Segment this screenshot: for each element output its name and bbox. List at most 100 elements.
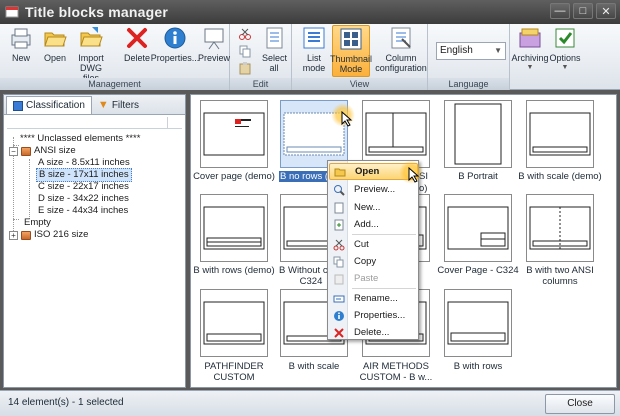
menu-item-label: Delete...: [354, 327, 390, 338]
tree-item-ansi[interactable]: − ANSI size: [9, 145, 76, 157]
magnifier-icon: [329, 181, 349, 198]
menu-item-rename[interactable]: Rename...: [329, 290, 418, 307]
thumbnail-b-with-rows[interactable]: [444, 289, 512, 357]
thumbnail-b-with-scale-demo[interactable]: [526, 100, 594, 168]
tree-item-label: D size - 34x22 inches: [38, 193, 129, 204]
close-button[interactable]: Close: [545, 394, 615, 414]
select-all-button[interactable]: Select all: [258, 25, 290, 73]
window-title: Title blocks manager: [25, 4, 169, 20]
list-mode-label: List mode: [302, 53, 326, 73]
options-label: Options: [549, 53, 581, 63]
tree-item-empty[interactable]: Empty: [24, 217, 51, 229]
column-config-icon: [388, 25, 414, 51]
tab-classification-label: Classification: [26, 100, 85, 111]
menu-item-label: Open: [355, 166, 380, 177]
maximize-button[interactable]: □: [573, 3, 593, 19]
tree-item-label: **** Unclassed elements ****: [20, 133, 141, 144]
menu-item-cut[interactable]: Cut: [329, 236, 418, 253]
archiving-button[interactable]: Archiving ▼: [512, 25, 549, 73]
properties-button[interactable]: Properties...: [150, 25, 200, 63]
thumbnail-label: B Portrait: [458, 171, 498, 182]
menu-item-copy[interactable]: Copy: [329, 253, 418, 270]
mouse-cursor-icon: [408, 167, 420, 183]
thumbnail-label: B with scale: [288, 361, 340, 372]
import-dwg-button[interactable]: Import DWG files: [72, 25, 110, 83]
new-button[interactable]: New: [6, 25, 36, 63]
tab-classification[interactable]: Classification: [6, 96, 92, 114]
group-language-label: Language: [428, 78, 509, 90]
list-icon: [301, 25, 327, 51]
chevron-down-icon: ▼: [494, 46, 502, 55]
thumbnail-label: B with rows (demo): [193, 265, 275, 276]
tree-item-d-size[interactable]: D size - 34x22 inches: [38, 193, 129, 205]
rename-icon: [329, 290, 349, 307]
tree-item-e-size[interactable]: E size - 44x34 inches: [38, 205, 128, 217]
preview-button[interactable]: Preview: [198, 25, 231, 63]
menu-item-delete[interactable]: Delete...: [329, 324, 418, 341]
delete-label: Delete: [123, 53, 150, 63]
options-button[interactable]: Options ▼: [548, 25, 582, 73]
menu-item-label: Paste: [354, 273, 379, 284]
new-document-icon: [329, 199, 349, 216]
thumbnail-mode-label: Thumbnail Mode: [329, 54, 373, 74]
list-mode-button[interactable]: List mode: [298, 25, 330, 73]
thumbnail-b-with-two-ansi-columns[interactable]: [526, 194, 594, 262]
preview-label: Preview: [198, 53, 231, 63]
checkbox-icon: [552, 25, 578, 51]
delete-button[interactable]: Delete: [122, 25, 152, 63]
group-edit: Select all Edit: [230, 24, 292, 90]
context-menu: Open Preview... New... Add... Cut Copy P…: [327, 160, 419, 340]
menu-item-preview[interactable]: Preview...: [329, 181, 418, 198]
tree-item-unclassed[interactable]: **** Unclassed elements ****: [20, 133, 140, 145]
menu-item-add[interactable]: Add...: [329, 216, 418, 233]
status-bar: 14 element(s) - 1 selected Close: [0, 390, 620, 416]
thumbnail-b-portrait[interactable]: [444, 100, 512, 168]
paste-icon: [329, 270, 349, 287]
thumbnail-mode-button[interactable]: Thumbnail Mode: [329, 25, 373, 77]
tab-filters-label: Filters: [111, 99, 140, 111]
group-management-label: Management: [0, 78, 229, 90]
folder-open-icon: [42, 25, 68, 51]
copy-small-icon[interactable]: [238, 44, 252, 58]
menu-item-paste[interactable]: Paste: [329, 270, 418, 287]
tab-filters[interactable]: ▼ Filters: [92, 96, 145, 114]
group-view-label: View: [292, 78, 427, 90]
thumbnail-pathfinder-custom[interactable]: [200, 289, 268, 357]
mouse-cursor-icon: [341, 111, 353, 127]
menu-item-label: Preview...: [354, 184, 396, 195]
group-management: New Open Import DWG files Delete Propert…: [0, 24, 230, 90]
minimize-button[interactable]: —: [550, 3, 570, 19]
thumbnail-ansi[interactable]: [362, 100, 430, 168]
thumbnail-label: PATHFINDER CUSTOM: [204, 361, 264, 383]
close-window-button[interactable]: ✕: [596, 3, 616, 19]
tree-item-iso[interactable]: + ISO 216 size: [9, 229, 88, 241]
column-configuration-button[interactable]: Column configuration: [374, 25, 428, 73]
expand-icon[interactable]: +: [9, 230, 18, 240]
collapse-icon[interactable]: −: [9, 146, 18, 156]
menu-item-properties[interactable]: Properties...: [329, 307, 418, 324]
thumbnail-b-with-rows-demo[interactable]: [200, 194, 268, 262]
open-button[interactable]: Open: [40, 25, 70, 63]
group-edit-label: Edit: [230, 78, 291, 90]
paste-small-icon[interactable]: [238, 61, 252, 75]
tree-item-b-size[interactable]: B size - 17x11 inches: [36, 168, 132, 182]
menu-item-new[interactable]: New...: [329, 199, 418, 216]
thumbnail-cover-page-c324[interactable]: [444, 194, 512, 262]
thumbnail-cover-page-demo[interactable]: [200, 100, 268, 168]
app-icon: [5, 5, 19, 19]
thumbnail-label: B with two ANSI columns: [526, 265, 594, 287]
thumbnail-label: AIR METHODS CUSTOM - B w...: [359, 361, 433, 383]
classification-panel: Classification ▼ Filters **** Unclassed …: [3, 94, 186, 388]
language-select[interactable]: English ▼: [436, 42, 506, 60]
tree-item-label: Empty: [24, 217, 51, 228]
new-label: New: [11, 53, 30, 63]
tree-item-c-size[interactable]: C size - 22x17 inches: [38, 181, 129, 193]
import-folder-icon: [78, 25, 104, 51]
printer-icon: [8, 25, 34, 51]
folder-icon: [21, 146, 31, 156]
properties-label: Properties...: [150, 53, 200, 63]
thumbnail-label: B with scale (demo): [518, 171, 602, 182]
thumbnail-label: B with rows: [453, 361, 503, 372]
chevron-down-icon: ▼: [561, 64, 569, 71]
cut-small-icon[interactable]: [238, 27, 252, 41]
